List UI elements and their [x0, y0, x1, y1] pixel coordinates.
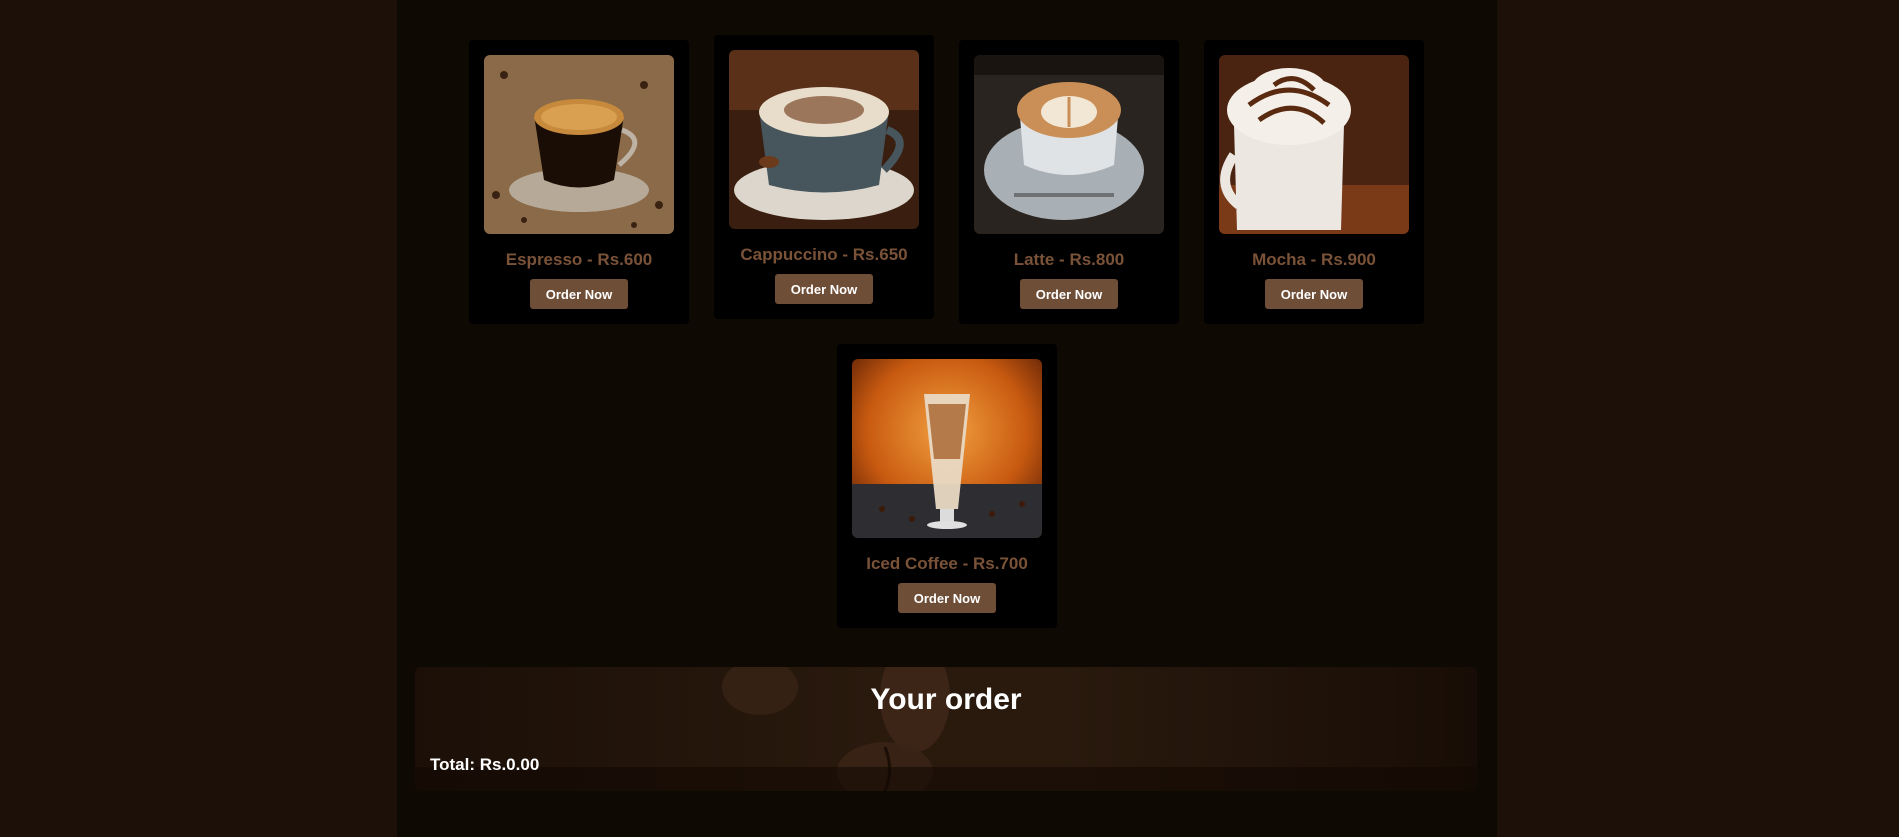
menu-card-cappuccino: Cappuccino - Rs.650 Order Now — [714, 35, 934, 319]
order-now-button[interactable]: Order Now — [775, 274, 873, 304]
espresso-photo — [484, 55, 674, 234]
menu-item-label: Latte - Rs.800 — [1013, 250, 1125, 269]
order-panel: Your order Total: Rs.0.00 — [415, 667, 1477, 791]
order-now-button[interactable]: Order Now — [1265, 279, 1363, 309]
menu-item-label: Mocha - Rs.900 — [1252, 250, 1376, 269]
order-now-button[interactable]: Order Now — [898, 583, 996, 613]
menu-item-label: Iced Coffee - Rs.700 — [866, 554, 1028, 573]
menu-card-mocha: Mocha - Rs.900 Order Now — [1204, 40, 1424, 324]
mocha-photo — [1219, 55, 1409, 234]
menu-item-label: Espresso - Rs.600 — [505, 250, 653, 269]
iced-coffee-photo — [852, 359, 1042, 538]
menu-card-latte: Latte - Rs.800 Order Now — [959, 40, 1179, 324]
menu-page: Espresso - Rs.600 Order Now Cappuccino -… — [397, 0, 1497, 837]
cappuccino-photo — [729, 50, 919, 229]
order-title: Your order — [870, 683, 1022, 716]
menu-item-label: Cappuccino - Rs.650 — [740, 245, 908, 264]
menu-card-iced-coffee: Iced Coffee - Rs.700 Order Now — [837, 344, 1057, 628]
order-total: Total: Rs.0.00 — [430, 755, 540, 774]
order-now-button[interactable]: Order Now — [1020, 279, 1118, 309]
latte-photo — [974, 55, 1164, 234]
menu-card-espresso: Espresso - Rs.600 Order Now — [469, 40, 689, 324]
order-now-button[interactable]: Order Now — [530, 279, 628, 309]
